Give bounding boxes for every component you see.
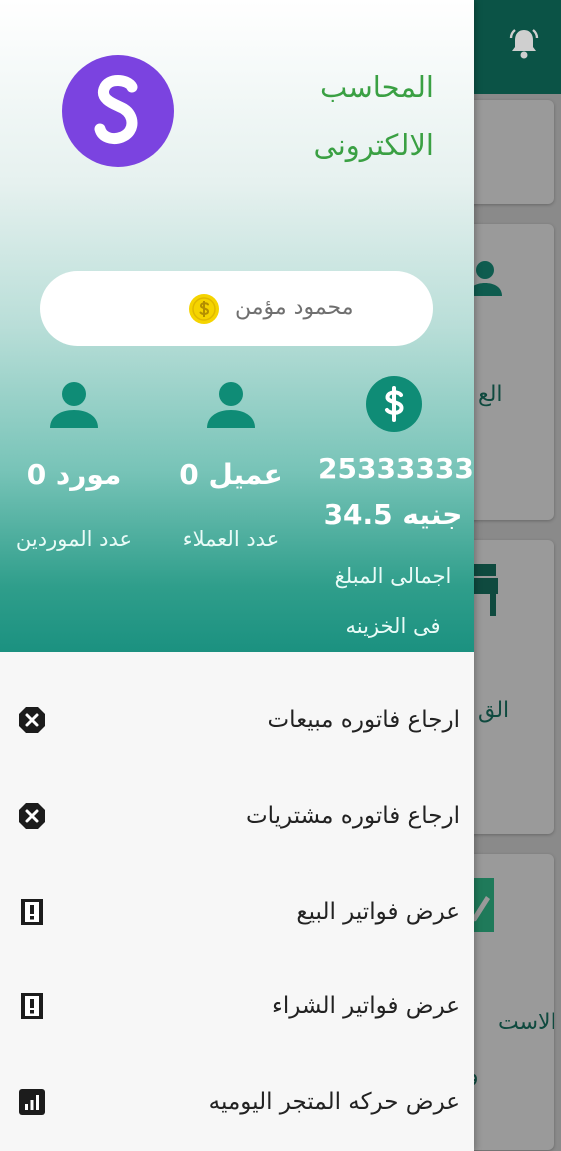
coin-dollar-icon bbox=[189, 294, 219, 324]
dollar-circle-icon bbox=[366, 376, 422, 432]
treasury-label-line-2: فى الخزينه bbox=[345, 614, 441, 638]
treasury-amount-line-2: جنيه 34.5 bbox=[323, 498, 463, 531]
menu-item-label: عرض فواتير البيع bbox=[296, 899, 460, 925]
menu-item-label: عرض حركه المتجر اليوميه bbox=[208, 1089, 460, 1115]
customers-count: عميل 0 bbox=[179, 458, 283, 491]
app-logo-letter-s bbox=[94, 75, 138, 145]
menu-item-label: عرض فواتير الشراء bbox=[272, 993, 460, 1019]
menu-item-view-daily-store-activity[interactable]: عرض حركه المتجر اليوميه bbox=[0, 1054, 474, 1150]
menu-item-label: ارجاع فاتوره مشتريات bbox=[245, 803, 460, 829]
supplier-person-icon bbox=[50, 382, 98, 428]
background-card-text: الق bbox=[478, 698, 510, 723]
customer-person-icon bbox=[207, 382, 255, 428]
drawer-header: المحاسب الالكترونى محمود مؤمن 25333333 ج… bbox=[0, 0, 474, 652]
menu-item-return-purchase-invoice[interactable]: ارجاع فاتوره مشتريات bbox=[0, 768, 474, 864]
menu-item-label: ارجاع فاتوره مبيعات bbox=[267, 707, 460, 733]
user-name: محمود مؤمن bbox=[235, 295, 354, 320]
background-card-text: الع bbox=[478, 382, 503, 407]
notification-bell-icon[interactable] bbox=[504, 24, 544, 64]
background-card-text: الاست bbox=[498, 1010, 554, 1035]
cancel-circle-icon bbox=[19, 803, 45, 829]
app-title-line-1: المحاسب bbox=[320, 70, 434, 104]
app-title: المحاسب الالكترونى bbox=[234, 58, 434, 174]
user-profile-chip[interactable]: محمود مؤمن bbox=[40, 271, 433, 346]
treasury-label-line-1: اجمالى المبلغ bbox=[334, 564, 452, 588]
menu-item-view-sales-invoices[interactable]: عرض فواتير البيع bbox=[0, 864, 474, 960]
suppliers-count: مورد 0 bbox=[26, 458, 122, 491]
suppliers-label: عدد الموردين bbox=[15, 527, 133, 551]
receipt-alert-icon bbox=[21, 899, 43, 925]
treasury-amount-line-1: 25333333 bbox=[318, 452, 474, 485]
menu-item-view-purchase-invoices[interactable]: عرض فواتير الشراء bbox=[0, 958, 474, 1054]
receipt-alert-icon bbox=[21, 993, 43, 1019]
customers-label: عدد العملاء bbox=[182, 527, 280, 551]
app-title-line-2: الالكترونى bbox=[313, 128, 434, 162]
app-logo bbox=[62, 55, 174, 167]
cancel-circle-icon bbox=[19, 707, 45, 733]
menu-item-return-sales-invoice[interactable]: ارجاع فاتوره مبيعات bbox=[0, 672, 474, 768]
bar-chart-icon bbox=[19, 1089, 45, 1115]
navigation-drawer: المحاسب الالكترونى محمود مؤمن 25333333 ج… bbox=[0, 0, 474, 1151]
